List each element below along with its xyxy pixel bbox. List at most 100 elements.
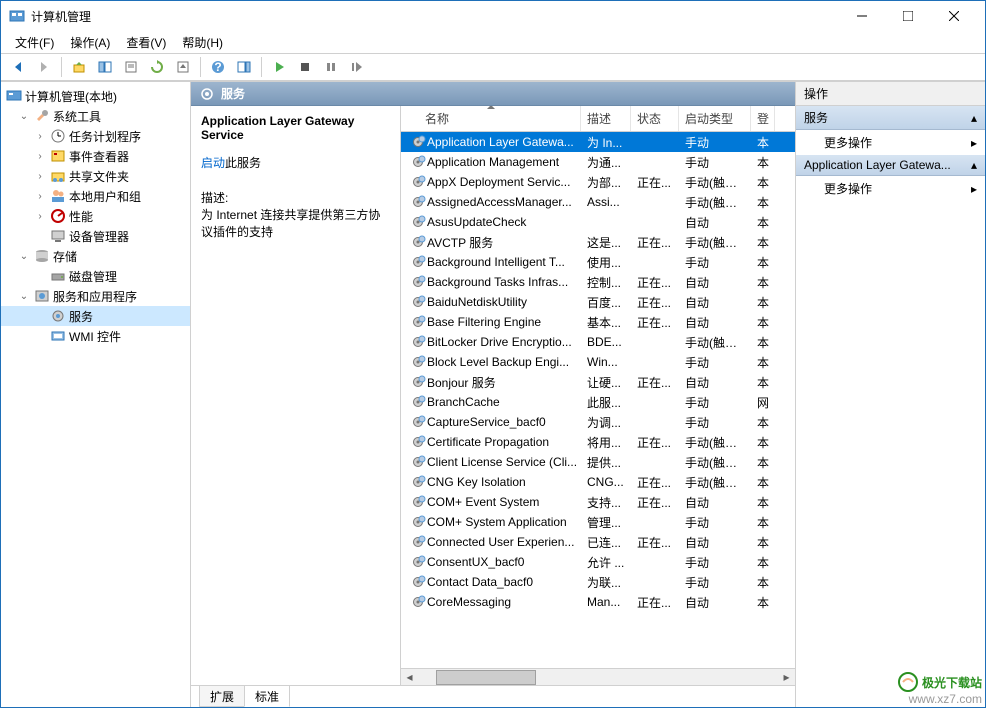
col-logon[interactable]: 登 bbox=[751, 106, 775, 131]
up-button[interactable] bbox=[67, 55, 91, 79]
minimize-button[interactable] bbox=[839, 1, 885, 31]
menu-view[interactable]: 查看(V) bbox=[118, 32, 174, 53]
tree-root[interactable]: 计算机管理(本地) bbox=[1, 86, 190, 106]
play-button[interactable] bbox=[267, 55, 291, 79]
menu-action[interactable]: 操作(A) bbox=[62, 32, 118, 53]
service-row[interactable]: Background Tasks Infras...控制...正在...自动本 bbox=[401, 272, 795, 292]
action-pane-button[interactable] bbox=[232, 55, 256, 79]
horizontal-scrollbar[interactable]: ◂ ▸ bbox=[401, 668, 795, 685]
service-row[interactable]: Certificate Propagation将用...正在...手动(触发..… bbox=[401, 432, 795, 452]
service-name-cell: Connected User Experien... bbox=[427, 535, 574, 549]
service-name-cell: AssignedAccessManager... bbox=[427, 195, 572, 209]
tree-label: 共享文件夹 bbox=[69, 168, 129, 185]
service-row[interactable]: Background Intelligent T...使用...手动本 bbox=[401, 252, 795, 272]
service-row[interactable]: CoreMessagingMan...正在...自动本 bbox=[401, 592, 795, 612]
expand-icon[interactable]: › bbox=[33, 189, 47, 203]
tree-label: 服务和应用程序 bbox=[53, 288, 137, 305]
service-startup-cell: 手动 bbox=[679, 354, 751, 371]
service-logon-cell: 本 bbox=[751, 174, 775, 191]
tree-services-apps[interactable]: ⌄ 服务和应用程序 bbox=[1, 286, 190, 306]
service-desc-cell: 这是... bbox=[581, 234, 631, 251]
service-row[interactable]: AVCTP 服务这是...正在...手动(触发...本 bbox=[401, 232, 795, 252]
service-logon-cell: 本 bbox=[751, 454, 775, 471]
service-row[interactable]: Application Layer Gatewa...为 In...手动本 bbox=[401, 132, 795, 152]
collapse-icon[interactable]: ⌄ bbox=[17, 109, 31, 123]
col-startup[interactable]: 启动类型 bbox=[679, 106, 751, 131]
service-row[interactable]: COM+ System Application管理...手动本 bbox=[401, 512, 795, 532]
service-row[interactable]: ConsentUX_bacf0允许 ...手动本 bbox=[401, 552, 795, 572]
close-button[interactable] bbox=[931, 1, 977, 31]
service-row[interactable]: AssignedAccessManager...Assi...手动(触发...本 bbox=[401, 192, 795, 212]
start-link[interactable]: 启动 bbox=[201, 156, 225, 170]
service-row[interactable]: Client License Service (Cli...提供...手动(触发… bbox=[401, 452, 795, 472]
menu-file[interactable]: 文件(F) bbox=[7, 32, 62, 53]
scroll-right-icon[interactable]: ▸ bbox=[778, 669, 795, 686]
service-row[interactable]: CaptureService_bacf0为调...手动本 bbox=[401, 412, 795, 432]
service-list[interactable]: Application Layer Gatewa...为 In...手动本App… bbox=[401, 132, 795, 668]
service-row[interactable]: AppX Deployment Servic...为部...正在...手动(触发… bbox=[401, 172, 795, 192]
stop-button[interactable] bbox=[293, 55, 317, 79]
maximize-button[interactable] bbox=[885, 1, 931, 31]
action-more-2[interactable]: 更多操作 ▸ bbox=[796, 176, 985, 201]
scroll-thumb[interactable] bbox=[436, 670, 536, 685]
tree-system-tools[interactable]: ⌄ 系统工具 bbox=[1, 106, 190, 126]
export-button[interactable] bbox=[171, 55, 195, 79]
help-button[interactable]: ? bbox=[206, 55, 230, 79]
service-row[interactable]: COM+ Event System支持...正在...自动本 bbox=[401, 492, 795, 512]
tree-device-manager[interactable]: › 设备管理器 bbox=[1, 226, 190, 246]
actions-pane: 操作 服务 ▴ 更多操作 ▸ Application Layer Gatewa.… bbox=[795, 82, 985, 707]
expand-icon[interactable]: › bbox=[33, 129, 47, 143]
expand-icon[interactable]: › bbox=[33, 169, 47, 183]
menu-help[interactable]: 帮助(H) bbox=[174, 32, 231, 53]
tree-services[interactable]: › 服务 bbox=[1, 306, 190, 326]
service-startup-cell: 自动 bbox=[679, 294, 751, 311]
service-row[interactable]: Connected User Experien...已连...正在...自动本 bbox=[401, 532, 795, 552]
service-row[interactable]: CNG Key IsolationCNG...正在...手动(触发...本 bbox=[401, 472, 795, 492]
service-row[interactable]: Application Management为通...手动本 bbox=[401, 152, 795, 172]
back-button[interactable] bbox=[6, 55, 30, 79]
action-more-1[interactable]: 更多操作 ▸ bbox=[796, 130, 985, 155]
service-row[interactable]: Contact Data_bacf0为联...手动本 bbox=[401, 572, 795, 592]
service-row[interactable]: BaiduNetdiskUtility百度...正在...自动本 bbox=[401, 292, 795, 312]
collapse-icon[interactable]: ⌄ bbox=[17, 289, 31, 303]
service-row[interactable]: Block Level Backup Engi...Win...手动本 bbox=[401, 352, 795, 372]
pause-button[interactable] bbox=[319, 55, 343, 79]
tree-task-scheduler[interactable]: › 任务计划程序 bbox=[1, 126, 190, 146]
expand-icon[interactable]: › bbox=[33, 209, 47, 223]
service-logon-cell: 本 bbox=[751, 594, 775, 611]
tab-standard[interactable]: 标准 bbox=[244, 686, 290, 707]
scroll-left-icon[interactable]: ◂ bbox=[401, 669, 418, 686]
tab-extended[interactable]: 扩展 bbox=[199, 686, 245, 707]
tree-wmi[interactable]: › WMI 控件 bbox=[1, 326, 190, 346]
service-row[interactable]: BranchCache此服...手动网 bbox=[401, 392, 795, 412]
tree-storage[interactable]: ⌄ 存储 bbox=[1, 246, 190, 266]
navigation-tree[interactable]: 计算机管理(本地) ⌄ 系统工具 › 任务计划程序 › 事件查看器 › 共享文件… bbox=[1, 82, 191, 707]
service-row[interactable]: BitLocker Drive Encryptio...BDE...手动(触发.… bbox=[401, 332, 795, 352]
tree-shared-folders[interactable]: › 共享文件夹 bbox=[1, 166, 190, 186]
service-desc-cell: 已连... bbox=[581, 534, 631, 551]
properties-button[interactable] bbox=[119, 55, 143, 79]
col-status[interactable]: 状态 bbox=[631, 106, 679, 131]
service-row[interactable]: Base Filtering Engine基本...正在...自动本 bbox=[401, 312, 795, 332]
service-row[interactable]: AsusUpdateCheck自动本 bbox=[401, 212, 795, 232]
tree-event-viewer[interactable]: › 事件查看器 bbox=[1, 146, 190, 166]
tree-disk-mgmt[interactable]: › 磁盘管理 bbox=[1, 266, 190, 286]
forward-button[interactable] bbox=[32, 55, 56, 79]
gear-icon bbox=[411, 214, 427, 230]
service-desc-cell: 为调... bbox=[581, 414, 631, 431]
service-startup-cell: 手动 bbox=[679, 254, 751, 271]
tree-performance[interactable]: › 性能 bbox=[1, 206, 190, 226]
col-desc[interactable]: 描述 bbox=[581, 106, 631, 131]
expand-icon[interactable]: › bbox=[33, 149, 47, 163]
restart-button[interactable] bbox=[345, 55, 369, 79]
action-group-selected-service[interactable]: Application Layer Gatewa... ▴ bbox=[796, 155, 985, 176]
service-row[interactable]: Bonjour 服务让硬...正在...自动本 bbox=[401, 372, 795, 392]
show-hide-tree-button[interactable] bbox=[93, 55, 117, 79]
service-status-cell: 正在... bbox=[631, 294, 679, 311]
service-desc-cell: 将用... bbox=[581, 434, 631, 451]
col-name[interactable]: 名称 bbox=[401, 106, 581, 131]
tree-local-users[interactable]: › 本地用户和组 bbox=[1, 186, 190, 206]
action-group-services[interactable]: 服务 ▴ bbox=[796, 106, 985, 130]
refresh-button[interactable] bbox=[145, 55, 169, 79]
collapse-icon[interactable]: ⌄ bbox=[17, 249, 31, 263]
